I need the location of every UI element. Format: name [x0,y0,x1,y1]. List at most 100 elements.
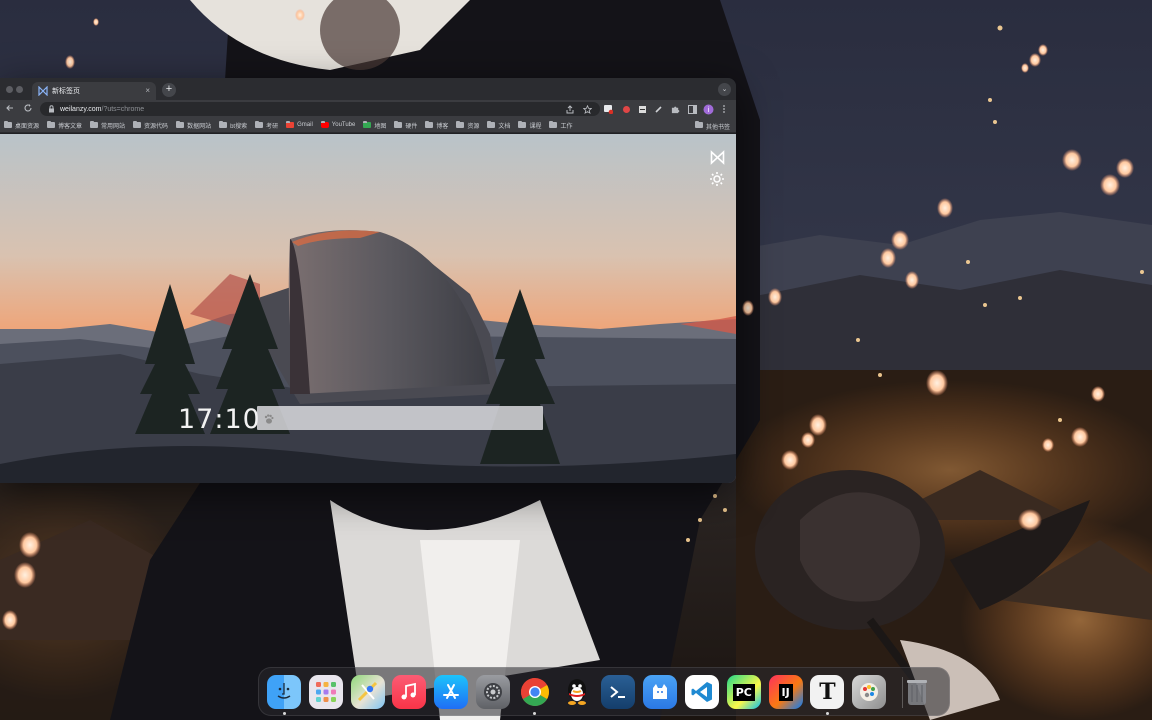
bookmark-label: 桌面资源 [15,123,40,130]
clock-time: 17:10 [178,404,261,435]
reload-icon[interactable] [22,103,34,115]
pycharm-icon[interactable]: PC [726,675,761,709]
bookmark-label: YouTube [331,122,356,128]
profile-avatar-icon[interactable]: i [702,103,714,115]
photo-palette-icon[interactable] [852,675,887,709]
intellij-label: IJ [778,683,793,701]
bookmark-item[interactable]: YouTube [320,121,356,128]
typora-label: T [819,679,836,705]
bookmark-item[interactable]: 资源代码 [133,121,168,130]
other-bookmarks-label: 其他书签 [705,125,730,131]
search-bar[interactable] [257,406,543,430]
maps-icon[interactable] [350,675,385,709]
pycharm-label: PC [732,683,755,701]
bookmark-label: 硬件 [405,123,418,130]
bookmark-label: 常用网站 [101,123,126,130]
address-url: weilanzy.com/?uts=chrome [60,106,144,113]
bookmark-item[interactable]: 课程 [518,121,541,130]
folder-icon [518,121,527,128]
search-input[interactable] [277,406,539,430]
tab-close-icon[interactable]: × [145,87,150,95]
address-host: weilanzy.com [60,105,102,113]
vscode-icon[interactable] [685,675,719,709]
bowtie-logo-icon [38,86,48,96]
baidu-paw-icon[interactable] [263,412,275,424]
bookmark-item[interactable]: Gmail [286,121,313,128]
bookmark-label: 文档 [498,123,511,130]
bookmark-item[interactable]: bt搜索 [219,121,247,130]
bookmark-item[interactable]: 文档 [487,121,510,130]
bookmark-label: bt搜索 [230,123,248,130]
music-icon[interactable] [392,675,427,709]
chrome-icon[interactable] [518,675,552,709]
trash-icon[interactable] [900,675,934,709]
tab-new-tab[interactable]: 新标签页 × [32,82,156,100]
intellij-icon[interactable]: IJ [768,675,803,709]
bookmark-label: 课程 [529,123,542,130]
folder-icon [47,121,56,128]
bookmark-item[interactable]: 考研 [255,121,278,130]
bookmark-label: 博客文章 [58,123,83,130]
extension-red-icon[interactable] [620,103,632,115]
bookmark-label: 博客 [436,123,449,130]
new-tab-button[interactable]: + [162,83,176,97]
bookmark-item[interactable]: 数据网站 [176,121,211,130]
bookmark-item[interactable]: 硬件 [394,121,417,130]
qq-penguin-icon[interactable] [560,675,594,709]
address-bar[interactable]: weilanzy.com/?uts=chrome [40,102,600,116]
back-arrow-icon[interactable] [4,103,16,115]
folder-icon [133,121,142,128]
bookmark-item[interactable]: 地图 [363,121,386,130]
bookmark-label: 数据网站 [187,123,212,130]
folder-icon [394,121,403,128]
tab-title: 新标签页 [52,88,80,95]
bookmark-star-icon[interactable] [581,103,593,115]
bookmark-label: 资源代码 [144,123,169,130]
other-bookmarks[interactable]: 其他书签 [694,121,730,131]
tab-search-button[interactable]: ⌄ [718,83,731,96]
finder-icon[interactable] [267,675,301,709]
extension-square-icon[interactable] [636,103,648,115]
gear-icon[interactable] [709,171,725,187]
puzzle-icon[interactable] [669,103,681,115]
dock: PC IJ T [258,667,950,716]
bookmark-item[interactable]: 工作 [549,121,572,130]
launchpad-icon[interactable] [308,675,343,709]
half-dome-wallpaper [0,134,736,483]
folder-icon [487,121,496,128]
folder-icon [694,121,703,128]
typora-icon[interactable]: T [810,675,845,709]
address-path: /?uts=chrome [101,105,145,113]
bookmark-item[interactable]: 博客文章 [47,121,82,130]
window-minimize-button[interactable] [16,86,23,93]
terminal-icon[interactable] [601,675,636,709]
bookmark-item[interactable]: 桌面资源 [4,121,39,130]
extension-tool-icon[interactable] [652,103,664,115]
folder-icon [456,121,465,128]
bookmark-item[interactable]: 资源 [456,121,479,130]
bookmark-label: 地图 [374,123,387,130]
running-indicator [825,712,829,715]
bookmark-item[interactable]: 博客 [425,121,448,130]
share-icon[interactable] [564,103,576,115]
folder-icon [90,121,99,128]
running-indicator [282,712,286,715]
lock-icon [48,100,55,118]
window-close-button[interactable] [6,86,13,93]
settings-icon[interactable] [476,675,510,709]
app-store-icon[interactable] [434,675,469,709]
extension-badge-icon[interactable] [602,103,614,115]
side-panel-icon[interactable] [686,103,698,115]
bookmark-label: 资源 [467,123,480,130]
bowtie-logo-icon[interactable] [710,150,725,165]
folder-icon [549,121,558,128]
bookmark-item[interactable]: 常用网站 [90,121,125,130]
svg-text:i: i [707,106,709,114]
bookmark-label: 工作 [560,123,573,130]
browser-toolbar: weilanzy.com/?uts=chrome i [0,100,736,118]
kebab-menu-icon[interactable] [718,103,730,115]
new-tab-page: 17:10 [0,134,736,483]
cat-icon[interactable] [643,675,678,709]
bookmark-label: Gmail [297,122,313,128]
folder-icon [425,121,434,128]
